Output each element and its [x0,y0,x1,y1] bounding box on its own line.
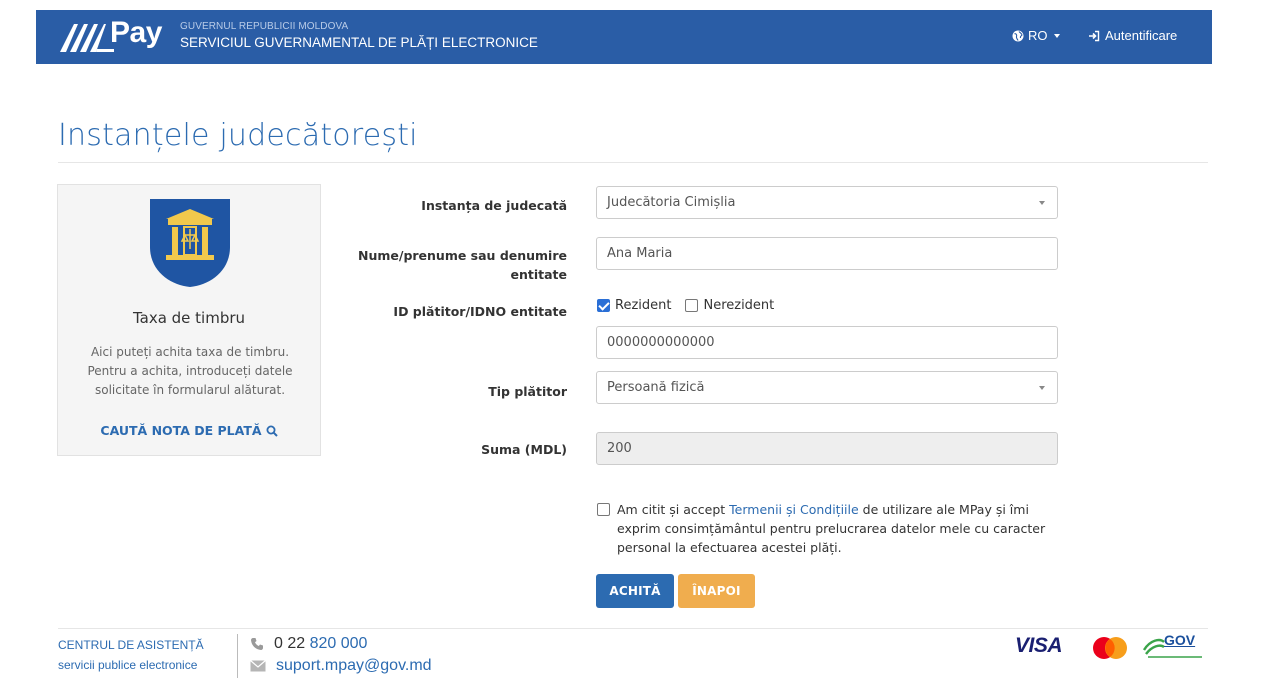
page-title: Instanțele judecătorești [58,118,418,153]
resident-check-icon [597,299,610,312]
service-name: SERVICIUL GUVERNAMENTAL DE PLĂȚI ELECTRO… [180,35,538,50]
amount-value: 200 [607,441,632,456]
envelope-icon [250,660,266,672]
mpay-logo[interactable]: Pay [58,16,168,54]
terms-consent: Am citit și accept Termenii și Condițiil… [597,500,1057,557]
back-button[interactable]: ÎNAPOI [678,574,755,608]
footer-divider [58,628,1208,629]
terms-checkbox[interactable] [597,503,610,516]
logo-text: Pay [110,16,162,49]
card-title: Taxa de timbru [132,309,246,327]
email-address: suport.mpay@gov.md [276,657,432,674]
support-center-subtitle: servicii publice electronice [58,658,198,672]
info-card: Taxa de timbru Aici puteți achita taxa d… [57,184,321,456]
name-input[interactable]: Ana Maria [596,237,1058,270]
language-selector[interactable]: RO [1012,28,1060,43]
magnifier-icon [266,425,278,437]
amount-label: Suma (MDL) [481,442,567,457]
residency-options: Rezident Nerezident [597,298,774,313]
government-name: GUVERNUL REPUBLICII MOLDOVA [180,21,349,32]
name-label-line1: Nume/prenume sau denumire [358,248,567,263]
mgov-logo-text: GOV [1164,632,1196,648]
amount-field: 200 [596,432,1058,465]
terms-link[interactable]: Termenii și Condițiile [729,502,859,517]
visa-logo: VISA [1015,634,1063,657]
support-phone[interactable]: 0 22 820 000 [250,635,367,653]
payer-type-select[interactable]: Persoană fizică [596,371,1058,404]
nonresident-check-icon [685,299,699,312]
phone-icon [251,638,263,650]
search-payment-note-link[interactable]: CAUTĂ NOTA DE PLATĂ [58,423,320,438]
court-select-value: Judecătoria Cimișlia [607,195,736,210]
court-label: Instanța de judecată [421,198,567,213]
card-description: Aici puteți achita taxa de timbru. Pentr… [87,345,293,397]
name-input-value: Ana Maria [607,246,673,261]
nonresident-checkbox[interactable]: Nerezident [685,298,774,313]
resident-checkbox[interactable]: Rezident [597,298,671,313]
header-bar: Pay GUVERNUL REPUBLICII MOLDOVA SERVICIU… [36,10,1212,64]
language-code: RO [1028,28,1048,43]
mpay-logo-mark-icon [60,24,114,52]
pay-button[interactable]: ACHITĂ [596,574,674,608]
phone-prefix: 0 22 [274,635,310,652]
support-email[interactable]: suport.mpay@gov.md [250,657,432,675]
terms-text-before: Am citit și accept [617,502,730,517]
support-center-title: CENTRUL DE ASISTENȚĂ [58,638,204,652]
name-label: Nume/prenume sau denumire entitate [358,246,567,284]
payer-id-label: ID plătitor/IDNO entitate [393,304,567,319]
payer-type-label: Tip plătitor [488,384,567,399]
login-label: Autentificare [1105,28,1178,43]
terms-text: Am citit și accept Termenii și Condițiil… [617,500,1057,557]
nonresident-label: Nerezident [703,298,775,313]
globe-icon [1012,30,1024,41]
court-crest-icon [150,199,230,287]
sign-in-icon [1089,30,1100,41]
resident-label: Rezident [615,298,672,313]
phone-number: 820 000 [309,635,368,652]
caret-down-icon [1053,33,1060,38]
name-label-line2: entitate [510,267,567,282]
title-divider [58,162,1208,163]
court-select[interactable]: Judecătoria Cimișlia [596,186,1058,219]
search-payment-note-label: CAUTĂ NOTA DE PLATĂ [100,423,262,438]
payer-type-value: Persoană fizică [607,380,705,395]
payer-id-input[interactable]: 0000000000000 [596,326,1058,359]
login-link[interactable]: Autentificare [1088,28,1177,43]
payer-id-value: 0000000000000 [607,335,715,350]
footer-separator [237,634,238,678]
mastercard-logo-icon [1093,637,1127,659]
